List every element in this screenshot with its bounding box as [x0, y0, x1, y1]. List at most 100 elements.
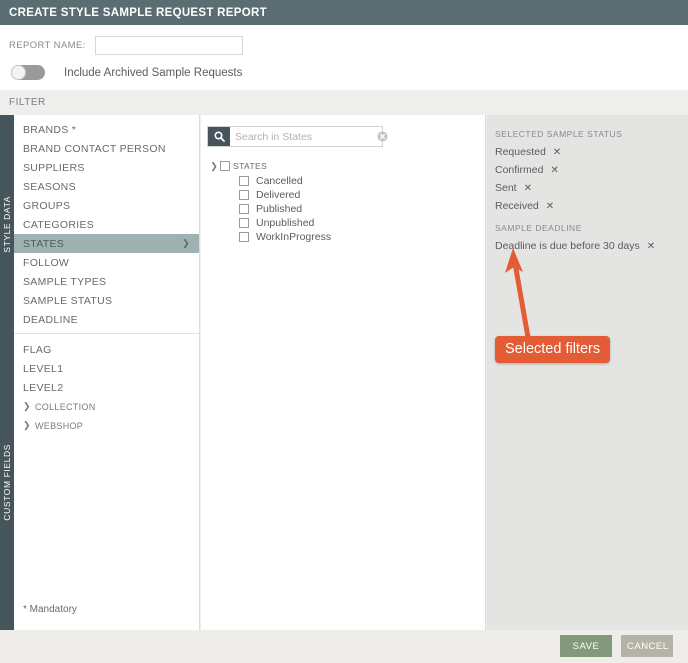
remove-icon[interactable]: ✕: [553, 147, 561, 158]
dialog-title-bar: CREATE STYLE SAMPLE REQUEST REPORT: [0, 0, 688, 25]
list-item[interactable]: Delivered: [239, 188, 478, 202]
tree-root-label: STATES: [233, 161, 268, 171]
list-item: Sent ✕: [487, 179, 688, 197]
search-input[interactable]: [230, 127, 372, 146]
vertical-tab-custom-fields-label: CUSTOM FIELDS: [2, 443, 12, 521]
list-item: Requested ✕: [487, 143, 688, 161]
tree-root-states[interactable]: ❯ STATES: [208, 158, 478, 174]
list-item: Received ✕: [487, 197, 688, 215]
sidebar-item-deadline[interactable]: DEADLINE: [14, 310, 199, 329]
checkbox-unpublished[interactable]: [239, 218, 249, 228]
sidebar-item-label: GROUPS: [23, 199, 71, 212]
chevron-right-icon: ❯: [23, 420, 31, 430]
remove-icon[interactable]: ✕: [524, 183, 532, 194]
sidebar-item-level2[interactable]: LEVEL2: [14, 378, 199, 397]
list-item[interactable]: WorkInProgress: [239, 230, 478, 244]
sidebar-item-label: FOLLOW: [23, 256, 70, 269]
sample-deadline-header: SAMPLE DEADLINE: [495, 223, 582, 233]
report-name-row: REPORT NAME:: [9, 36, 243, 55]
remove-icon[interactable]: ✕: [647, 241, 655, 252]
selected-status-header: SELECTED SAMPLE STATUS: [495, 129, 623, 139]
checkbox-workinprogress[interactable]: [239, 232, 249, 242]
sidebar-item-follow[interactable]: FOLLOW: [14, 253, 199, 272]
list-item-label: Published: [256, 203, 303, 215]
include-archived-row[interactable]: Include Archived Sample Requests: [11, 65, 242, 80]
report-form-area: REPORT NAME: Include Archived Sample Req…: [0, 25, 688, 90]
list-item[interactable]: Cancelled: [239, 174, 478, 188]
create-report-dialog: CREATE STYLE SAMPLE REQUEST REPORT REPOR…: [0, 0, 688, 663]
chip-label: Deadline is due before 30 days: [495, 240, 640, 252]
sidebar-item-label: DEADLINE: [23, 313, 78, 326]
sidebar-item-label: SUPPLIERS: [23, 161, 85, 174]
sidebar-item-label: LEVEL2: [23, 381, 64, 394]
sidebar-item-suppliers[interactable]: SUPPLIERS: [14, 158, 199, 177]
sidebar-item-label: LEVEL1: [23, 362, 64, 375]
checkbox-published[interactable]: [239, 204, 249, 214]
sidebar-item-label: BRANDS *: [23, 123, 77, 136]
list-item: Confirmed ✕: [487, 161, 688, 179]
custom-fields-group: FLAG LEVEL1 LEVEL2 ❯ COLLECTION ❯ WEBSHO…: [14, 333, 199, 435]
page-title: CREATE STYLE SAMPLE REQUEST REPORT: [9, 6, 267, 19]
report-name-label: REPORT NAME:: [9, 40, 86, 51]
sidebar-item-sample-status[interactable]: SAMPLE STATUS: [14, 291, 199, 310]
sidebar-item-label: WEBSHOP: [35, 420, 84, 431]
selected-filters-panel: SELECTED SAMPLE STATUS Requested ✕ Confi…: [487, 115, 688, 630]
chip-label: Sent: [495, 182, 517, 194]
mandatory-note: * Mandatory: [23, 604, 77, 615]
chevron-right-icon: ❯: [182, 238, 190, 248]
sidebar-item-label: BRAND CONTACT PERSON: [23, 142, 166, 155]
filter-section-label: FILTER: [9, 97, 46, 108]
sidebar-item-brand-contact-person[interactable]: BRAND CONTACT PERSON: [14, 139, 199, 158]
checkbox-cancelled[interactable]: [239, 176, 249, 186]
filter-category-panel: BRANDS * BRAND CONTACT PERSON SUPPLIERS …: [14, 115, 200, 630]
vertical-tab-style-data[interactable]: STYLE DATA: [0, 115, 14, 334]
remove-icon[interactable]: ✕: [550, 165, 558, 176]
chevron-down-icon[interactable]: ❯: [208, 161, 220, 172]
report-name-input[interactable]: [94, 36, 243, 55]
list-item: Deadline is due before 30 days ✕: [487, 237, 688, 255]
list-item[interactable]: Published: [239, 202, 478, 216]
sidebar-item-seasons[interactable]: SEASONS: [14, 177, 199, 196]
vertical-tab-strip: STYLE DATA CUSTOM FIELDS: [0, 115, 14, 630]
search-icon[interactable]: [208, 127, 230, 146]
sidebar-item-label: SAMPLE TYPES: [23, 275, 107, 288]
sidebar-item-groups[interactable]: GROUPS: [14, 196, 199, 215]
sidebar-item-categories[interactable]: CATEGORIES: [14, 215, 199, 234]
include-archived-toggle[interactable]: [11, 65, 45, 80]
search-box[interactable]: [207, 126, 387, 147]
filter-section-bar: FILTER: [0, 90, 688, 115]
sidebar-item-collection[interactable]: ❯ COLLECTION: [14, 397, 199, 416]
chip-label: Received: [495, 200, 539, 212]
list-item-label: Delivered: [256, 189, 301, 201]
cancel-button[interactable]: CANCEL: [621, 635, 673, 657]
toggle-knob: [11, 65, 26, 80]
sidebar-item-label: SEASONS: [23, 180, 76, 193]
list-item-label: Unpublished: [256, 217, 315, 229]
sidebar-item-label: FLAG: [23, 343, 52, 356]
sidebar-item-label: CATEGORIES: [23, 218, 95, 231]
sidebar-item-sample-types[interactable]: SAMPLE TYPES: [14, 272, 199, 291]
selected-deadline-list: Deadline is due before 30 days ✕: [487, 237, 688, 255]
sidebar-item-states[interactable]: STATES ❯: [14, 234, 199, 253]
style-data-group: BRANDS * BRAND CONTACT PERSON SUPPLIERS …: [14, 115, 199, 329]
annotation-callout-label: Selected filters: [505, 341, 601, 357]
sidebar-item-brands[interactable]: BRANDS *: [14, 120, 199, 139]
sidebar-item-label: STATES: [23, 237, 65, 250]
include-archived-label: Include Archived Sample Requests: [64, 66, 243, 79]
chevron-right-icon: ❯: [23, 401, 31, 411]
sidebar-item-label: SAMPLE STATUS: [23, 294, 113, 307]
tree-root-checkbox[interactable]: [220, 161, 230, 171]
sidebar-item-level1[interactable]: LEVEL1: [14, 359, 199, 378]
sidebar-item-flag[interactable]: FLAG: [14, 340, 199, 359]
vertical-tab-custom-fields[interactable]: CUSTOM FIELDS: [0, 334, 14, 630]
annotation-callout: Selected filters: [495, 336, 611, 363]
checkbox-delivered[interactable]: [239, 190, 249, 200]
filter-options-panel: ❯ STATES Cancelled Delivered Published: [201, 115, 486, 630]
save-button[interactable]: SAVE: [560, 635, 612, 657]
states-tree: ❯ STATES Cancelled Delivered Published U…: [208, 158, 478, 244]
list-item-label: Cancelled: [256, 175, 303, 187]
sidebar-item-webshop[interactable]: ❯ WEBSHOP: [14, 416, 199, 435]
clear-circle-icon[interactable]: [372, 131, 392, 142]
remove-icon[interactable]: ✕: [546, 201, 554, 212]
list-item[interactable]: Unpublished: [239, 216, 478, 230]
